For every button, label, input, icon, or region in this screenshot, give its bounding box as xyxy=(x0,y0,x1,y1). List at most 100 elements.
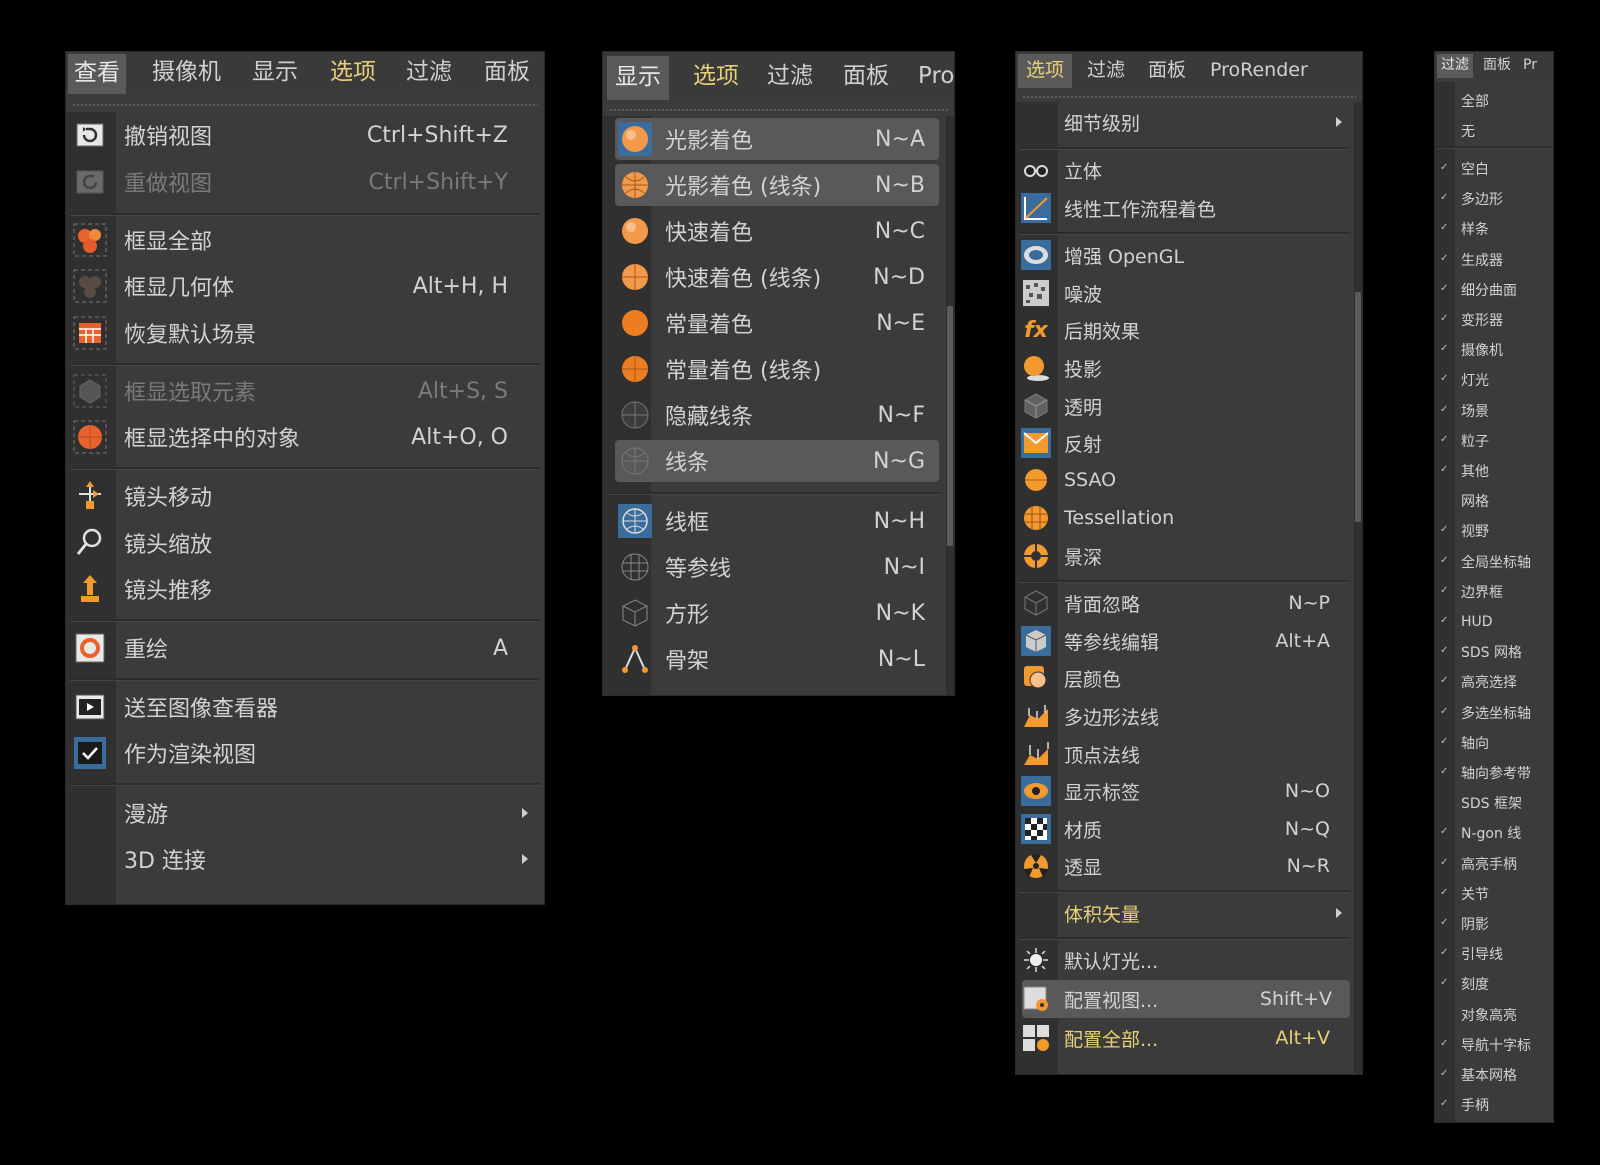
filter-item[interactable]: ✓ 细分曲面 xyxy=(1435,277,1553,303)
menu-item-isoline-editing[interactable]: 等参线编辑 Alt+A xyxy=(1016,623,1354,659)
menu-item-frame-geometry[interactable]: 框显几何体 Alt+H, H xyxy=(66,266,544,306)
filter-item[interactable]: ✓ 变形器 xyxy=(1435,307,1553,333)
filter-item[interactable]: ✓ 多选坐标轴 xyxy=(1435,700,1553,726)
menu-item-frame-selected-objects[interactable]: 框显选择中的对象 Alt+O, O xyxy=(66,417,544,457)
filter-item[interactable]: ✓ 手柄 xyxy=(1435,1092,1553,1118)
menu-item-constant-lines[interactable]: 常量着色 (线条) xyxy=(615,348,939,390)
menu-item-gouraud-lines[interactable]: 光影着色 (线条) N~B xyxy=(615,164,939,206)
filter-item[interactable]: ✓ 关节 xyxy=(1435,881,1553,907)
menu-item-default-light[interactable]: 默认灯光... xyxy=(1016,942,1354,978)
filter-item[interactable]: ✓ 多边形 xyxy=(1435,186,1553,212)
tab-filter[interactable]: 过滤 xyxy=(1087,52,1125,88)
menu-item-layer-color[interactable]: 层颜色 xyxy=(1016,660,1354,696)
tear-off-handle[interactable] xyxy=(609,108,948,112)
filter-item[interactable]: ✓ 灯光 xyxy=(1435,367,1553,393)
tab-options[interactable]: 选项 xyxy=(330,52,376,92)
filter-item[interactable]: ✓ 阴影 xyxy=(1435,911,1553,937)
tab-panel[interactable]: 面板 xyxy=(843,54,889,98)
menu-item-isoparms[interactable]: 等参线 N~I xyxy=(615,546,939,588)
menu-item-walkthrough[interactable]: 漫游 xyxy=(66,793,544,833)
filter-item[interactable]: ✓ HUD xyxy=(1435,609,1553,635)
tear-off-handle[interactable] xyxy=(1022,95,1356,99)
tab-display[interactable]: 显示 xyxy=(252,52,298,92)
menu-item-textures[interactable]: 材质 N~Q xyxy=(1016,811,1354,847)
filter-item[interactable]: 全部 xyxy=(1435,88,1553,114)
filter-item[interactable]: ✓ 粒子 xyxy=(1435,428,1553,454)
filter-item[interactable]: ✓ 导航十字标 xyxy=(1435,1032,1553,1058)
filter-item[interactable]: ✓ 场景 xyxy=(1435,398,1553,424)
menu-item-post-effects[interactable]: fx 后期效果 xyxy=(1016,312,1354,348)
menu-item-linear-workflow[interactable]: 线性工作流程着色 xyxy=(1016,190,1354,226)
filter-item[interactable]: ✓ 引导线 xyxy=(1435,941,1553,967)
filter-item[interactable]: ✓ 轴向参考带 xyxy=(1435,760,1553,786)
tab-view[interactable]: 查看 xyxy=(68,54,126,94)
filter-item[interactable]: ✓ 其他 xyxy=(1435,458,1553,484)
filter-item[interactable]: 无 xyxy=(1435,118,1553,144)
menu-item-frame-selected-elements[interactable]: 框显选取元素 Alt+S, S xyxy=(66,371,544,411)
tab-panel[interactable]: 面板 xyxy=(1483,52,1511,78)
menu-item-hidden-line[interactable]: 隐藏线条 N~F xyxy=(615,394,939,436)
menu-item-reflection[interactable]: 反射 xyxy=(1016,425,1354,461)
menu-item-gouraud-shading[interactable]: 光影着色 N~A xyxy=(615,118,939,160)
filter-item[interactable]: ✓ 基本网格 xyxy=(1435,1062,1553,1088)
menu-item-as-render-view[interactable]: 作为渲染视图 xyxy=(66,733,544,773)
tab-filter[interactable]: 过滤 xyxy=(406,52,452,92)
menu-item-configure-view[interactable]: 配置视图... Shift+V xyxy=(1022,980,1350,1018)
menu-item-stereo[interactable]: 立体 xyxy=(1016,152,1354,188)
menu-item-quick-lines[interactable]: 快速着色 (线条) N~D xyxy=(615,256,939,298)
menu-item-x-ray[interactable]: 透显 N~R xyxy=(1016,848,1354,884)
menu-item-backface-culling[interactable]: 背面忽略 N~P xyxy=(1016,585,1354,621)
scrollbar-thumb[interactable] xyxy=(947,306,953,546)
filter-item[interactable]: ✓ SDS 网格 xyxy=(1435,639,1553,665)
menu-item-camera-zoom[interactable]: 镜头缩放 xyxy=(66,523,544,563)
menu-item-camera-move[interactable]: 镜头移动 xyxy=(66,476,544,516)
filter-item[interactable]: ✓ 生成器 xyxy=(1435,247,1553,273)
filter-item[interactable]: ✓ 高亮手柄 xyxy=(1435,851,1553,877)
filter-item[interactable]: ✓ 空白 xyxy=(1435,156,1553,182)
menu-item-noise[interactable]: 噪波 xyxy=(1016,275,1354,311)
filter-item[interactable]: ✓ N-gon 线 xyxy=(1435,820,1553,846)
filter-item[interactable]: ✓ 全局坐标轴 xyxy=(1435,549,1553,575)
tab-prorender[interactable]: ProRender xyxy=(1210,52,1308,88)
menu-item-ssao[interactable]: SSAO xyxy=(1016,462,1354,498)
menu-item-skeleton[interactable]: 骨架 N~L xyxy=(615,638,939,680)
menu-item-quick-shading[interactable]: 快速着色 N~C xyxy=(615,210,939,252)
menu-item-depth-of-field[interactable]: 景深 xyxy=(1016,538,1354,574)
tab-filter[interactable]: 过滤 xyxy=(1437,54,1473,78)
menu-item-box[interactable]: 方形 N~K xyxy=(615,592,939,634)
filter-item[interactable]: ✓ 样条 xyxy=(1435,216,1553,242)
menu-item-lines[interactable]: 线条 N~G xyxy=(615,440,939,482)
scrollbar[interactable] xyxy=(946,116,954,695)
menu-item-vertex-normals[interactable]: 顶点法线 xyxy=(1016,736,1354,772)
menu-item-redraw[interactable]: 重绘 A xyxy=(66,628,544,668)
filter-item[interactable]: ✓ 边界框 xyxy=(1435,579,1553,605)
menu-item-3d-connexion[interactable]: 3D 连接 xyxy=(66,839,544,879)
menu-item-undo-view[interactable]: 撤销视图 Ctrl+Shift+Z xyxy=(66,115,544,155)
menu-item-wireframe[interactable]: 线框 N~H xyxy=(615,500,939,542)
tab-panel[interactable]: 面板 xyxy=(484,52,530,92)
scrollbar-thumb[interactable] xyxy=(1355,292,1361,522)
tab-filter[interactable]: 过滤 xyxy=(767,54,813,98)
menu-item-shadow[interactable]: 投影 xyxy=(1016,350,1354,386)
filter-item[interactable]: ✓ 视野 xyxy=(1435,518,1553,544)
menu-item-camera-dolly[interactable]: 镜头推移 xyxy=(66,569,544,609)
menu-item-polygon-normals[interactable]: 多边形法线 xyxy=(1016,698,1354,734)
filter-item[interactable]: ✓ 高亮选择 xyxy=(1435,669,1553,695)
menu-item-constant-shading[interactable]: 常量着色 N~E xyxy=(615,302,939,344)
tab-options[interactable]: 选项 xyxy=(693,54,739,98)
menu-item-configure-all[interactable]: 配置全部... Alt+V xyxy=(1016,1020,1354,1056)
tab-display[interactable]: 显示 xyxy=(607,56,669,100)
menu-item-tessellation[interactable]: Tessellation xyxy=(1016,500,1354,536)
filter-item[interactable]: ✓ 摄像机 xyxy=(1435,337,1553,363)
filter-item[interactable]: ✓ 轴向 xyxy=(1435,730,1553,756)
tab-camera[interactable]: 摄像机 xyxy=(152,52,221,92)
tab-panel[interactable]: 面板 xyxy=(1148,52,1186,88)
scrollbar[interactable] xyxy=(1354,102,1362,1074)
tear-off-handle[interactable] xyxy=(72,103,538,107)
menu-item-default-scene[interactable]: 恢复默认场景 xyxy=(66,313,544,353)
filter-item[interactable]: 网格 xyxy=(1435,488,1553,514)
tab-prorender[interactable]: Pro xyxy=(918,54,954,98)
tab-options[interactable]: 选项 xyxy=(1018,54,1073,88)
menu-item-level-of-detail[interactable]: 细节级别 xyxy=(1016,104,1354,140)
menu-item-display-tag[interactable]: 显示标签 N~O xyxy=(1016,773,1354,809)
